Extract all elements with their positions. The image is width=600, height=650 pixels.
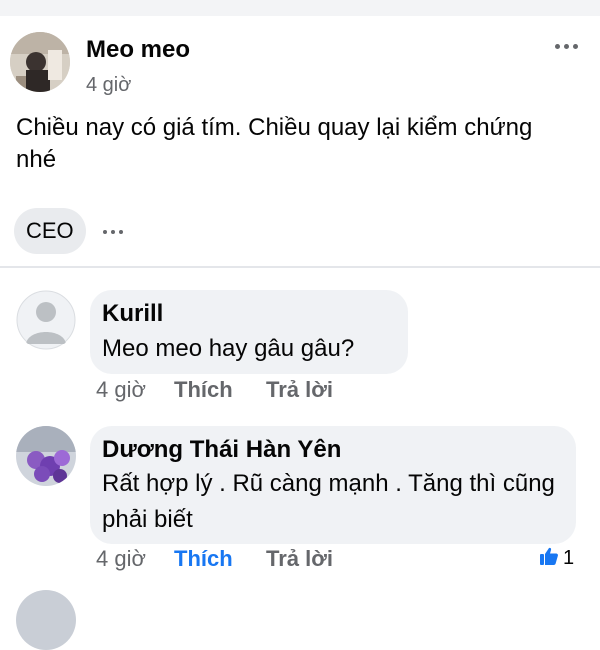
- post-author-avatar[interactable]: [10, 32, 70, 92]
- post-tag-chip[interactable]: CEO: [14, 208, 86, 254]
- comment-timestamp[interactable]: 4 giờ: [96, 546, 146, 572]
- tag-more-icon[interactable]: [96, 222, 130, 242]
- post-body-text: Chiều nay có giá tím. Chiều quay lại kiể…: [16, 114, 533, 173]
- comment-text: Meo meo hay gâu gâu?: [102, 335, 355, 362]
- comment-like-button[interactable]: Thích: [174, 546, 233, 572]
- post-author-name[interactable]: Meo meo: [86, 36, 190, 64]
- comment-reaction[interactable]: 1: [538, 546, 574, 570]
- comment-avatar-default-user[interactable]: [16, 290, 76, 350]
- post-timestamp[interactable]: 4 giờ: [86, 74, 131, 97]
- comment-avatar-flowers[interactable]: [16, 426, 76, 486]
- comment-reply-button[interactable]: Trả lời: [266, 377, 333, 403]
- next-comment-avatar: [16, 590, 76, 650]
- post-more-options-icon[interactable]: [548, 36, 584, 56]
- reaction-count: 1: [563, 546, 575, 569]
- comment-timestamp[interactable]: 4 giờ: [96, 377, 146, 403]
- comment-like-button[interactable]: Thích: [174, 377, 233, 403]
- top-strip: [0, 0, 600, 17]
- post-divider: [0, 266, 600, 268]
- comment-author-name[interactable]: Dương Thái Hàn Yên: [102, 436, 341, 464]
- comment-author-name[interactable]: Kurill: [102, 300, 163, 328]
- comment-reply-button[interactable]: Trả lời: [266, 546, 333, 572]
- comment-text: Rất hợp lý . Rũ càng mạnh . Tăng thì cũn…: [102, 470, 555, 533]
- thumbs-up-icon: [538, 545, 560, 572]
- post-card: Meo meo 4 giờ Chiều nay có giá tím. Chiề…: [0, 16, 600, 262]
